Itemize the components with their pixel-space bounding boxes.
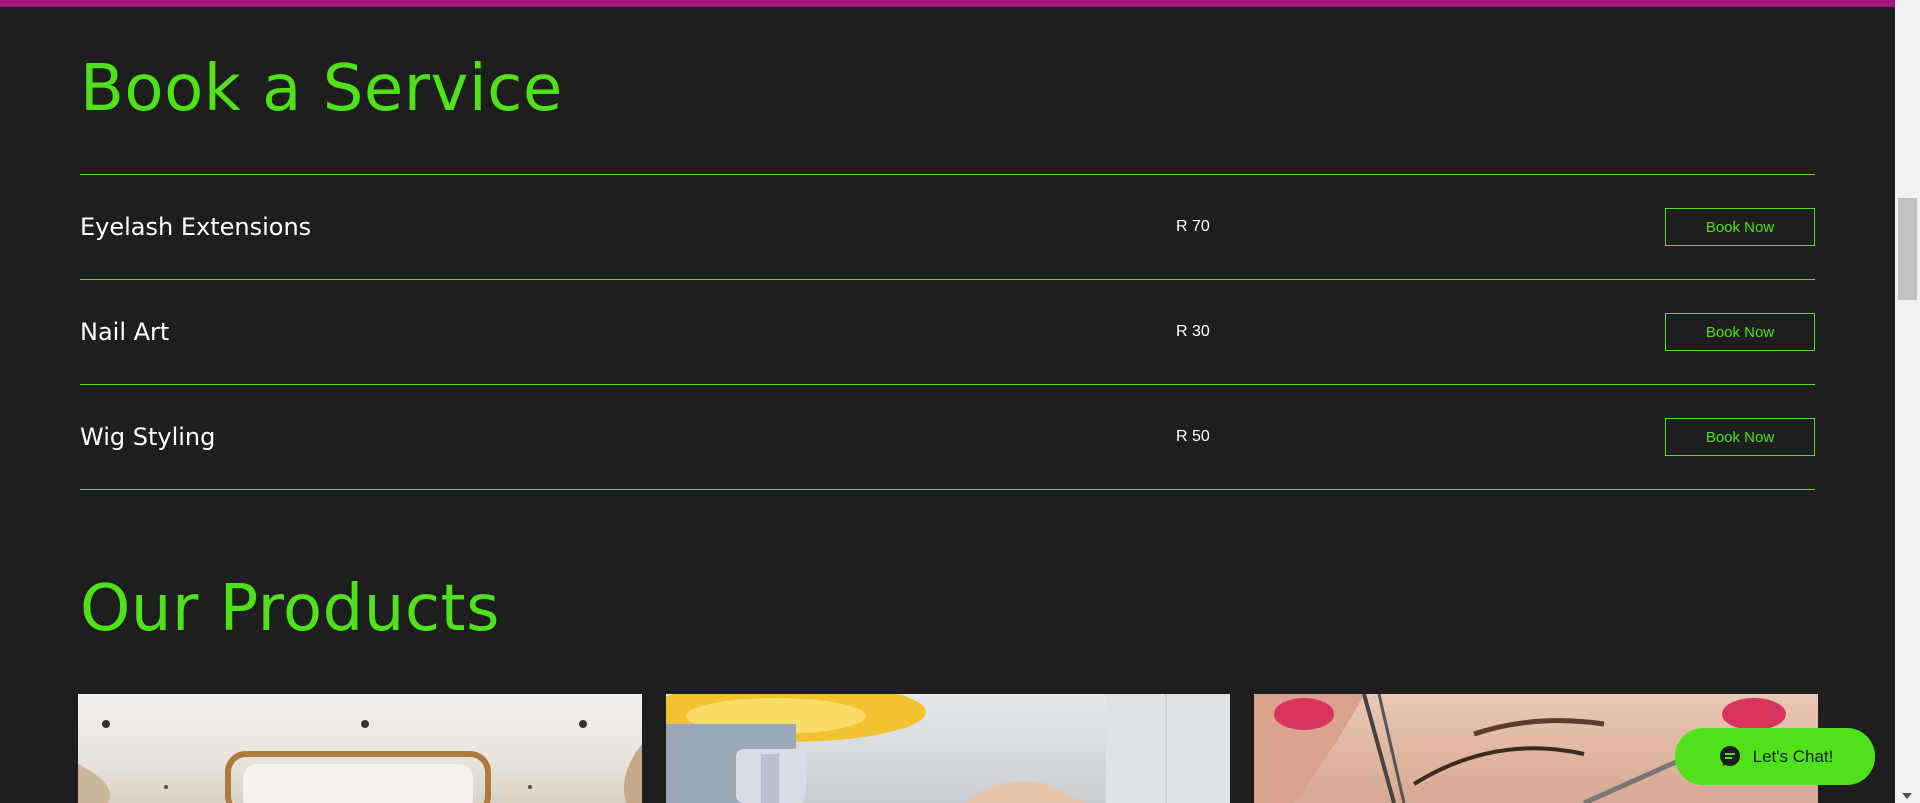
scrollbar-thumb[interactable]	[1898, 198, 1917, 300]
chat-button[interactable]: Let's Chat!	[1675, 728, 1875, 785]
nail-polish-image	[666, 694, 1230, 803]
scrollbar[interactable]	[1895, 0, 1920, 803]
service-price: R 50	[1176, 428, 1210, 445]
service-row: Nail Art R 30 Book Now	[80, 279, 1815, 384]
service-name: Wig Styling	[80, 423, 216, 451]
service-name: Nail Art	[80, 318, 170, 346]
service-row: Wig Styling R 50 Book Now	[80, 384, 1815, 490]
book-service-title: Book a Service	[80, 52, 563, 126]
service-price: R 30	[1176, 323, 1210, 340]
service-name: Eyelash Extensions	[80, 213, 312, 241]
chat-label: Let's Chat!	[1752, 746, 1834, 766]
product-gallery	[78, 694, 1818, 803]
service-row: Eyelash Extensions R 70 Book Now	[80, 174, 1815, 279]
product-image-salon[interactable]	[78, 694, 642, 803]
product-image-nails[interactable]	[666, 694, 1230, 803]
chat-bubble-icon	[1717, 744, 1743, 770]
salon-ceiling-image	[78, 720, 642, 803]
book-now-button[interactable]: Book Now	[1665, 208, 1815, 246]
service-price: R 70	[1176, 218, 1210, 235]
page-content: Book a Service Eyelash Extensions R 70 B…	[0, 7, 1895, 803]
top-accent-bar	[0, 0, 1895, 7]
services-list: Eyelash Extensions R 70 Book Now Nail Ar…	[80, 174, 1815, 490]
products-title: Our Products	[80, 572, 500, 646]
scroll-down-arrow-icon[interactable]	[1902, 793, 1912, 799]
book-now-button[interactable]: Book Now	[1665, 313, 1815, 351]
book-now-button[interactable]: Book Now	[1665, 418, 1815, 456]
